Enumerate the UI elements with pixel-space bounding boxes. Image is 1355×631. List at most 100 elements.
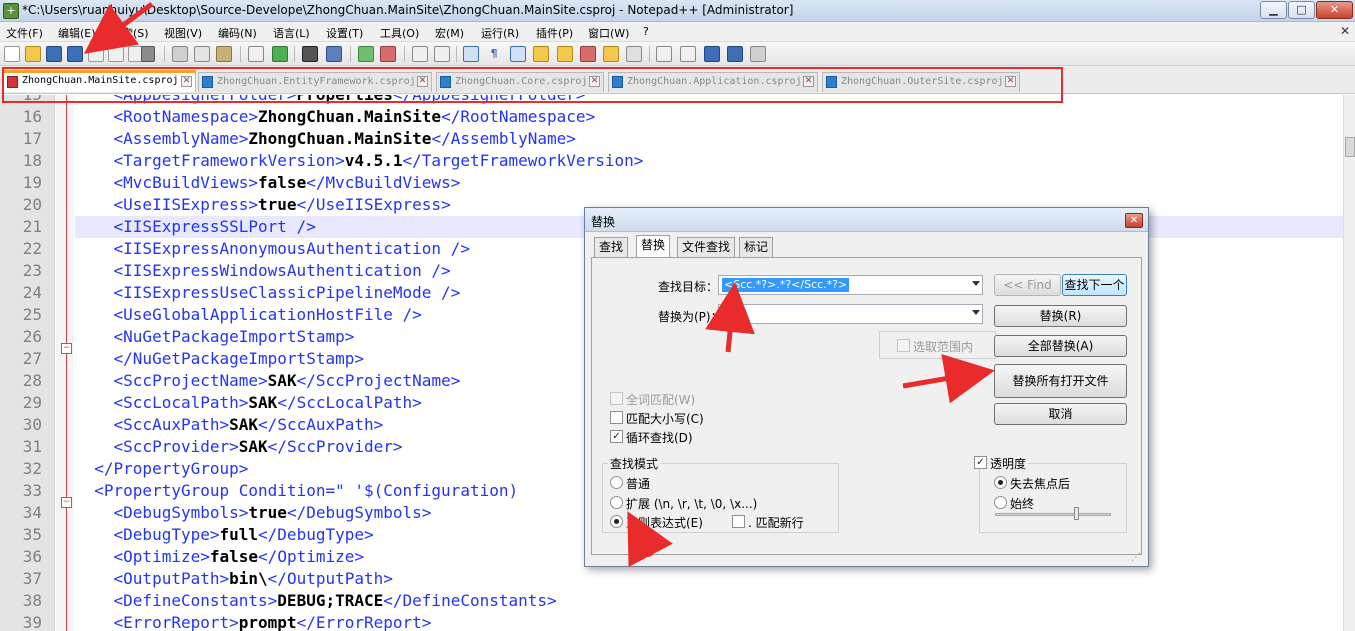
menu-macro[interactable]: 宏(M) xyxy=(435,25,464,41)
tab-outersite[interactable]: ZhongChuan.OuterSite.csproj ✕ xyxy=(822,72,1020,92)
maximize-button[interactable]: □ xyxy=(1288,1,1315,19)
menu-window[interactable]: 窗口(W) xyxy=(588,25,629,41)
search-mode-extended-radio[interactable] xyxy=(610,496,623,509)
dot-matches-newline-checkbox[interactable] xyxy=(732,515,745,528)
menu-search[interactable]: 搜索(S) xyxy=(111,25,149,41)
tab-find-in-files[interactable]: 文件查找 xyxy=(677,237,736,257)
undo-icon[interactable] xyxy=(248,46,264,62)
paste-icon[interactable] xyxy=(216,46,232,62)
tab-close-icon[interactable]: ✕ xyxy=(181,76,192,87)
code-line[interactable]: 19 <MvcBuildViews>false</MvcBuildViews> xyxy=(0,172,1343,194)
show-all-characters-icon[interactable]: ¶ xyxy=(486,46,502,62)
replace-icon[interactable] xyxy=(326,46,342,62)
function-list-icon[interactable] xyxy=(580,46,596,62)
tab-application[interactable]: ZhongChuan.Application.csproj ✕ xyxy=(608,72,818,92)
tab-close-icon[interactable]: ✕ xyxy=(1005,76,1016,87)
menu-encoding[interactable]: 编码(N) xyxy=(218,25,257,41)
resize-grip-icon[interactable]: ⋰ xyxy=(1131,552,1145,564)
replace-button[interactable]: 替换(R) xyxy=(994,305,1127,327)
code-line[interactable]: 15 <AppDesignerFolder>Properties</AppDes… xyxy=(0,95,1343,106)
folder-workspace-icon[interactable] xyxy=(603,46,619,62)
close-all-icon[interactable] xyxy=(108,46,124,62)
tab-replace[interactable]: 替换 xyxy=(636,235,671,258)
menu-language[interactable]: 语言(L) xyxy=(273,25,310,41)
transparency-slider-track[interactable] xyxy=(995,513,1111,516)
user-language-icon[interactable] xyxy=(533,46,549,62)
menu-view[interactable]: 视图(V) xyxy=(164,25,202,41)
run-macro-multiple-icon[interactable] xyxy=(727,46,743,62)
scrollbar-thumb[interactable] xyxy=(1345,137,1355,157)
tab-close-icon[interactable]: ✕ xyxy=(589,76,600,87)
dialog-close-button[interactable]: ✕ xyxy=(1125,213,1143,228)
tab-find[interactable]: 查找 xyxy=(594,237,629,257)
replace-all-in-open-files-button[interactable]: 替换所有打开文件 xyxy=(994,364,1127,398)
match-case-checkbox[interactable] xyxy=(610,411,623,424)
record-macro-icon[interactable] xyxy=(656,46,672,62)
find-what-combo[interactable]: <Scc.*?>.*?</Scc.*?> xyxy=(718,275,983,295)
menu-run[interactable]: 运行(R) xyxy=(481,25,519,41)
tab-entityframework[interactable]: ZhongChuan.EntityFramework.csproj ✕ xyxy=(198,72,432,92)
search-mode-regex-radio[interactable] xyxy=(610,515,623,528)
tab-mark[interactable]: 标记 xyxy=(739,237,774,257)
fold-toggle-icon[interactable]: − xyxy=(61,343,72,354)
code-line[interactable]: 17 <AssemblyName>ZhongChuan.MainSite</As… xyxy=(0,128,1343,150)
wrap-around-checkbox[interactable]: ✓ xyxy=(610,430,623,443)
tab-core[interactable]: ZhongChuan.Core.csproj ✕ xyxy=(436,72,604,92)
whole-word-checkbox[interactable] xyxy=(610,392,623,405)
menu-plugins[interactable]: 插件(P) xyxy=(536,25,573,41)
replace-with-combo[interactable] xyxy=(718,304,983,324)
transparency-lose-focus-radio[interactable] xyxy=(994,476,1007,489)
menu-edit[interactable]: 编辑(E) xyxy=(58,25,96,41)
monitoring-icon[interactable] xyxy=(626,46,642,62)
menu-file[interactable]: 文件(F) xyxy=(6,25,43,41)
close-file-icon[interactable] xyxy=(88,46,104,62)
find-previous-button[interactable]: << Find xyxy=(994,274,1061,296)
sync-vertical-icon[interactable] xyxy=(412,46,428,62)
zoom-in-icon[interactable] xyxy=(358,46,374,62)
close-document-icon[interactable]: ✕ xyxy=(1340,24,1350,38)
cut-icon[interactable] xyxy=(172,46,188,62)
minimize-button[interactable]: ▁ xyxy=(1260,1,1287,19)
save-macro-icon[interactable] xyxy=(750,46,766,62)
new-file-icon[interactable] xyxy=(4,46,20,62)
code-line[interactable]: 18 <TargetFrameworkVersion>v4.5.1</Targe… xyxy=(0,150,1343,172)
search-mode-normal-radio[interactable] xyxy=(610,476,623,489)
redo-icon[interactable] xyxy=(272,46,288,62)
fold-toggle-icon[interactable]: − xyxy=(61,497,72,508)
menu-tools[interactable]: 工具(O) xyxy=(380,25,419,41)
find-next-button[interactable]: 查找下一个 xyxy=(1062,274,1127,296)
dropdown-arrow-icon[interactable] xyxy=(972,310,980,315)
transparency-checkbox[interactable]: ✓ xyxy=(974,456,987,469)
code-line[interactable]: 38 <DefineConstants>DEBUG;TRACE</DefineC… xyxy=(0,590,1343,612)
stop-macro-icon[interactable] xyxy=(680,46,696,62)
in-selection-checkbox[interactable] xyxy=(897,339,910,352)
close-window-button[interactable]: ✕ xyxy=(1316,1,1353,19)
vertical-scrollbar[interactable] xyxy=(1343,95,1355,631)
indent-guide-icon[interactable] xyxy=(510,46,526,62)
open-file-icon[interactable] xyxy=(25,46,41,62)
code-line[interactable]: 39 <ErrorReport>prompt</ErrorReport> xyxy=(0,612,1343,631)
save-icon[interactable] xyxy=(46,46,62,62)
search-mode-extended-label: 扩展 (\n, \r, \t, \0, \x...) xyxy=(626,497,758,511)
code-line[interactable]: 37 <OutputPath>bin\</OutputPath> xyxy=(0,568,1343,590)
copy-icon[interactable] xyxy=(194,46,210,62)
cancel-button[interactable]: 取消 xyxy=(994,403,1127,425)
word-wrap-icon[interactable] xyxy=(463,46,479,62)
tab-close-icon[interactable]: ✕ xyxy=(417,76,428,87)
dropdown-arrow-icon[interactable] xyxy=(972,281,980,286)
menu-settings[interactable]: 设置(T) xyxy=(326,25,363,41)
transparency-slider-thumb[interactable] xyxy=(1074,507,1079,520)
printer-icon[interactable] xyxy=(141,46,155,62)
find-icon[interactable] xyxy=(302,46,318,62)
play-macro-icon[interactable] xyxy=(704,46,720,62)
transparency-always-radio[interactable] xyxy=(994,496,1007,509)
code-line[interactable]: 16 <RootNamespace>ZhongChuan.MainSite</R… xyxy=(0,106,1343,128)
tab-close-icon[interactable]: ✕ xyxy=(803,76,814,87)
sync-horizontal-icon[interactable] xyxy=(434,46,450,62)
save-all-icon[interactable] xyxy=(67,46,83,62)
document-map-icon[interactable] xyxy=(557,46,573,62)
tab-mainsite[interactable]: ZhongChuan.MainSite.csproj ✕ xyxy=(3,70,196,92)
replace-all-button[interactable]: 全部替换(A) xyxy=(994,335,1127,357)
menu-help[interactable]: ? xyxy=(643,25,649,38)
zoom-out-icon[interactable] xyxy=(380,46,396,62)
